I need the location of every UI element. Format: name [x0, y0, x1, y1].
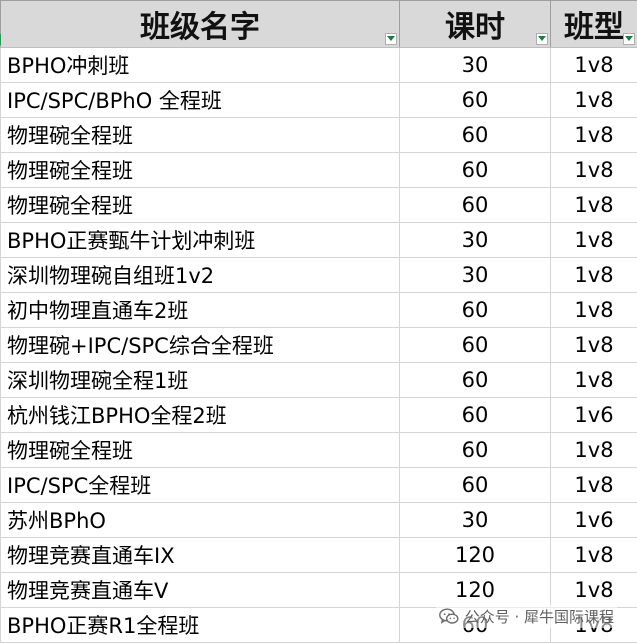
class-type-cell[interactable]: 1v8: [550, 292, 637, 328]
hours-cell[interactable]: 60: [399, 82, 551, 118]
class-name-cell[interactable]: BPHO正赛甄牛计划冲刺班: [0, 222, 400, 258]
hours-cell[interactable]: 30: [399, 502, 551, 538]
class-name-cell[interactable]: 物理碗全程班: [0, 117, 400, 153]
class-name-cell[interactable]: 物理碗+IPC/SPC综合全程班: [0, 327, 400, 363]
class-type-cell[interactable]: 1v8: [550, 327, 637, 363]
class-table: 班级名字 课时 班型 BPHO冲刺班 30 1v8 IPC/SPC/BPhO 全…: [0, 0, 637, 643]
table-row: 物理碗全程班 60 1v8: [0, 432, 637, 468]
table-row: 物理竞赛直通车IX 120 1v8: [0, 537, 637, 573]
hours-cell[interactable]: 30: [399, 222, 551, 258]
class-type-cell[interactable]: 1v8: [550, 222, 637, 258]
header-row: 班级名字 课时 班型: [0, 0, 637, 48]
hours-cell[interactable]: 120: [399, 537, 551, 573]
class-type-cell[interactable]: 1v6: [550, 502, 637, 538]
column-header-name-label: 班级名字: [140, 10, 260, 45]
class-type-cell[interactable]: 1v8: [550, 572, 637, 608]
table-row: 物理碗全程班 60 1v8: [0, 187, 637, 223]
hours-cell[interactable]: 60: [399, 327, 551, 363]
table-row: 苏州BPhO 30 1v6: [0, 502, 637, 538]
class-type-cell[interactable]: 1v8: [550, 432, 637, 468]
filter-arrow-icon: [538, 36, 546, 41]
hours-cell[interactable]: 60: [399, 152, 551, 188]
class-type-cell[interactable]: 1v6: [550, 397, 637, 433]
wechat-icon: [438, 608, 459, 625]
class-name-cell[interactable]: 苏州BPhO: [0, 502, 400, 538]
column-header-hours-label: 课时: [445, 10, 505, 45]
table-row: 深圳物理碗全程1班 60 1v8: [0, 362, 637, 398]
table-row: IPC/SPC全程班 60 1v8: [0, 467, 637, 503]
column-header-name[interactable]: 班级名字: [0, 0, 400, 48]
hours-cell[interactable]: 60: [399, 397, 551, 433]
class-type-cell[interactable]: 1v8: [550, 537, 637, 573]
filter-dropdown-hours[interactable]: [536, 33, 548, 45]
class-type-cell[interactable]: 1v8: [550, 187, 637, 223]
class-name-cell[interactable]: 杭州钱江BPHO全程2班: [0, 397, 400, 433]
table-row: 物理竞赛直通车V 120 1v8: [0, 572, 637, 608]
table-row: 深圳物理碗自组班1v2 30 1v8: [0, 257, 637, 293]
class-name-cell[interactable]: BPHO正赛R1全程班: [0, 607, 400, 643]
class-name-cell[interactable]: 物理竞赛直通车V: [0, 572, 400, 608]
class-name-cell[interactable]: IPC/SPC全程班: [0, 467, 400, 503]
hours-cell[interactable]: 60: [399, 362, 551, 398]
hours-cell[interactable]: 30: [399, 257, 551, 293]
class-name-cell[interactable]: 物理碗全程班: [0, 187, 400, 223]
filter-arrow-icon: [625, 36, 633, 41]
table-row: 杭州钱江BPHO全程2班 60 1v6: [0, 397, 637, 433]
class-name-cell[interactable]: BPHO冲刺班: [0, 47, 400, 83]
class-name-cell[interactable]: 深圳物理碗全程1班: [0, 362, 400, 398]
table-row: 初中物理直通车2班 60 1v8: [0, 292, 637, 328]
hours-cell[interactable]: 120: [399, 572, 551, 608]
hours-cell[interactable]: 60: [399, 187, 551, 223]
class-type-cell[interactable]: 1v8: [550, 257, 637, 293]
table-row: BPHO正赛甄牛计划冲刺班 30 1v8: [0, 222, 637, 258]
watermark-text: 公众号 · 犀牛国际课程: [464, 608, 614, 626]
table-row: IPC/SPC/BPhO 全程班 60 1v8: [0, 82, 637, 118]
class-type-cell[interactable]: 1v8: [550, 82, 637, 118]
class-name-cell[interactable]: 物理碗全程班: [0, 152, 400, 188]
column-header-hours[interactable]: 课时: [399, 0, 551, 48]
class-name-cell[interactable]: 物理竞赛直通车IX: [0, 537, 400, 573]
filter-dropdown-name[interactable]: [385, 33, 397, 45]
hours-cell[interactable]: 60: [399, 467, 551, 503]
hours-cell[interactable]: 30: [399, 47, 551, 83]
table-row: 物理碗+IPC/SPC综合全程班 60 1v8: [0, 327, 637, 363]
class-type-cell[interactable]: 1v8: [550, 152, 637, 188]
hours-cell[interactable]: 60: [399, 117, 551, 153]
class-type-cell[interactable]: 1v8: [550, 362, 637, 398]
spreadsheet: 班级名字 课时 班型 BPHO冲刺班 30 1v8 IPC/SPC/BPhO 全…: [0, 0, 637, 644]
class-type-cell[interactable]: 1v8: [550, 47, 637, 83]
class-name-cell[interactable]: 初中物理直通车2班: [0, 292, 400, 328]
column-header-type-label: 班型: [564, 10, 624, 45]
class-name-cell[interactable]: IPC/SPC/BPhO 全程班: [0, 82, 400, 118]
watermark: 公众号 · 犀牛国际课程: [435, 605, 617, 628]
class-name-cell[interactable]: 物理碗全程班: [0, 432, 400, 468]
table-row: 物理碗全程班 60 1v8: [0, 152, 637, 188]
hours-cell[interactable]: 60: [399, 432, 551, 468]
class-type-cell[interactable]: 1v8: [550, 117, 637, 153]
hours-cell[interactable]: 60: [399, 292, 551, 328]
table-row: 物理碗全程班 60 1v8: [0, 117, 637, 153]
filter-arrow-icon: [387, 36, 395, 41]
column-header-type[interactable]: 班型: [550, 0, 637, 48]
class-type-cell[interactable]: 1v8: [550, 467, 637, 503]
class-name-cell[interactable]: 深圳物理碗自组班1v2: [0, 257, 400, 293]
filter-dropdown-type[interactable]: [623, 33, 635, 45]
table-row: BPHO冲刺班 30 1v8: [0, 47, 637, 83]
